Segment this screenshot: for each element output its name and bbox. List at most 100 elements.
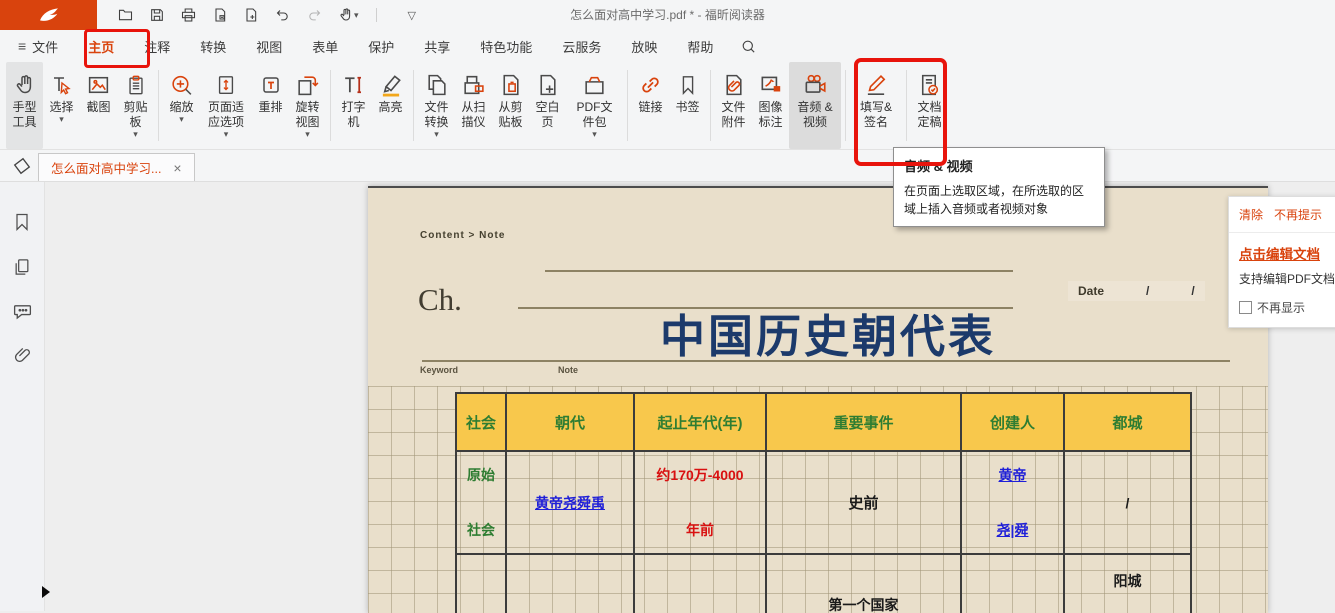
attachment-icon [721,70,746,100]
undo-button[interactable] [274,8,291,23]
typewriter-button[interactable]: 打字机 [335,62,372,149]
button-label: 剪贴板 [122,100,149,130]
sign-pencil-icon [863,70,889,100]
print-button[interactable] [180,7,197,23]
tab-special-features[interactable]: 特色功能 [465,30,547,62]
tab-presentation[interactable]: 放映 [616,30,672,62]
dont-show-checkbox[interactable] [1239,301,1252,314]
select-button[interactable]: 选择 ▾ [43,62,80,149]
pencil-nib-icon [11,155,33,177]
link-chain-icon [638,70,663,100]
date-slash: / [1191,284,1194,298]
founder-link[interactable]: 尧|舜 [997,520,1029,540]
hand-tool-button[interactable]: 手型工具 [6,62,43,149]
reflow-button[interactable]: 重排 [252,62,289,149]
foxit-logo[interactable] [0,0,97,30]
dropdown-caret-icon: ▾ [434,130,439,138]
pdf-page[interactable]: Content > Note Ch. 中国历史朝代表 Date / / Keyw… [368,186,1268,613]
from-clipboard-button[interactable]: 从剪贴板 [492,62,529,149]
tab-share[interactable]: 共享 [409,30,465,62]
button-label: 音频 & 视频 [794,100,836,130]
pdf-portfolio-button[interactable]: PDF文件包 ▾ [566,62,623,149]
screenshot-button[interactable]: 截图 [80,62,117,149]
file-convert-button[interactable]: 文件转换 ▾ [418,62,455,149]
save-icon [149,7,165,23]
hand-pointer-icon [338,7,354,23]
clipboard-button[interactable]: 剪贴板 ▾ [117,62,154,149]
bookmarks-panel-button[interactable] [12,211,32,233]
tab-form[interactable]: 表单 [297,30,353,62]
close-icon[interactable]: × [173,161,181,175]
ribbon-group-separator [906,70,907,141]
dynasty-link[interactable]: 黄帝尧舜禹 [535,493,605,513]
tab-cloud-service[interactable]: 云服务 [547,30,616,62]
new-page-button[interactable] [243,7,259,23]
page-fit-options-button[interactable]: 页面适应选项 ▾ [200,62,252,149]
ribbon-group-separator [845,70,846,141]
add-page-icon [243,7,259,23]
finalize-document-button[interactable]: 文档定稿 [911,62,948,149]
ribbon-group-separator [710,70,711,141]
image-annotation-button[interactable]: 图像标注 [752,62,789,149]
select-cursor-icon [50,70,74,100]
button-label: 截图 [85,100,112,115]
tab-home[interactable]: 主页 [73,30,129,62]
from-scanner-button[interactable]: 从扫描仪 [455,62,492,149]
video-camera-icon [801,70,829,100]
attachments-panel-button[interactable] [12,345,33,366]
navigation-sidebar [0,181,45,611]
tab-help[interactable]: 帮助 [672,30,728,62]
copy-to-clipboard-button[interactable] [212,7,228,23]
cell-events: 史前 [767,452,962,555]
customize-toolbar-button[interactable]: ▽ [408,9,416,22]
cell-row2-period [635,555,767,613]
document-viewer[interactable]: Content > Note Ch. 中国历史朝代表 Date / / Keyw… [46,181,1335,611]
cell-text: 年前 [686,520,714,540]
pages-panel-button[interactable] [12,256,32,278]
page-fit-icon [215,70,237,100]
rotate-view-button[interactable]: 旋转视图 ▾ [289,62,326,149]
bookmark-button[interactable]: 书签 [669,62,706,149]
dropdown-caret-icon: ▾ [592,130,597,138]
dropdown-caret-icon: ▾ [354,11,359,19]
edit-document-link[interactable]: 点击编辑文档 [1229,233,1335,267]
tooltip-title: 音频 & 视频 [904,156,1094,175]
ribbon-group-separator [158,70,159,141]
sidebar-expand-handle[interactable] [42,586,50,598]
document-tab[interactable]: 怎么面对高中学习... × [38,153,195,181]
clear-button[interactable]: 清除 [1239,206,1263,223]
from-clipboard-icon [498,70,523,100]
redo-button[interactable] [306,8,323,23]
cell-text: 阳城 [1114,571,1142,591]
tab-view[interactable]: 视图 [241,30,297,62]
zoom-button[interactable]: 缩放 ▾ [163,62,200,149]
cell-row2-founder [962,555,1065,613]
file-attachment-button[interactable]: 文件附件 [715,62,752,149]
dont-remind-button[interactable]: 不再提示 [1274,206,1322,223]
cell-row2-dynasty [507,555,635,613]
comments-panel-button[interactable] [12,301,33,322]
toolbar-separator [376,8,377,22]
audio-video-button[interactable]: 音频 & 视频 [789,62,841,149]
hamburger-icon: ≡ [18,38,26,54]
fill-sign-button[interactable]: 填写&签名 [850,62,902,149]
file-menu[interactable]: ≡ 文件 [0,30,73,62]
founder-link[interactable]: 黄帝 [999,465,1027,485]
pencil-tool-button[interactable] [11,155,33,177]
button-label: 图像标注 [757,100,784,130]
blank-page-button[interactable]: 空白页 [529,62,566,149]
hand-mode-button[interactable]: ▾ [338,7,359,23]
cell-dynasty: 黄帝尧舜禹 [507,452,635,555]
tab-comment[interactable]: 注释 [129,30,185,62]
tab-convert[interactable]: 转换 [185,30,241,62]
cell-row2-capital: 阳城 [1065,555,1190,613]
open-file-button[interactable] [117,7,134,23]
button-label: 选择 [48,100,75,115]
highlight-button[interactable]: 高亮 [372,62,409,149]
save-button[interactable] [149,7,165,23]
tab-protect[interactable]: 保护 [353,30,409,62]
search-button[interactable] [732,38,765,55]
table-header-period: 起止年代(年) [635,394,767,452]
table-header-society: 社会 [457,394,507,452]
link-button[interactable]: 链接 [632,62,669,149]
